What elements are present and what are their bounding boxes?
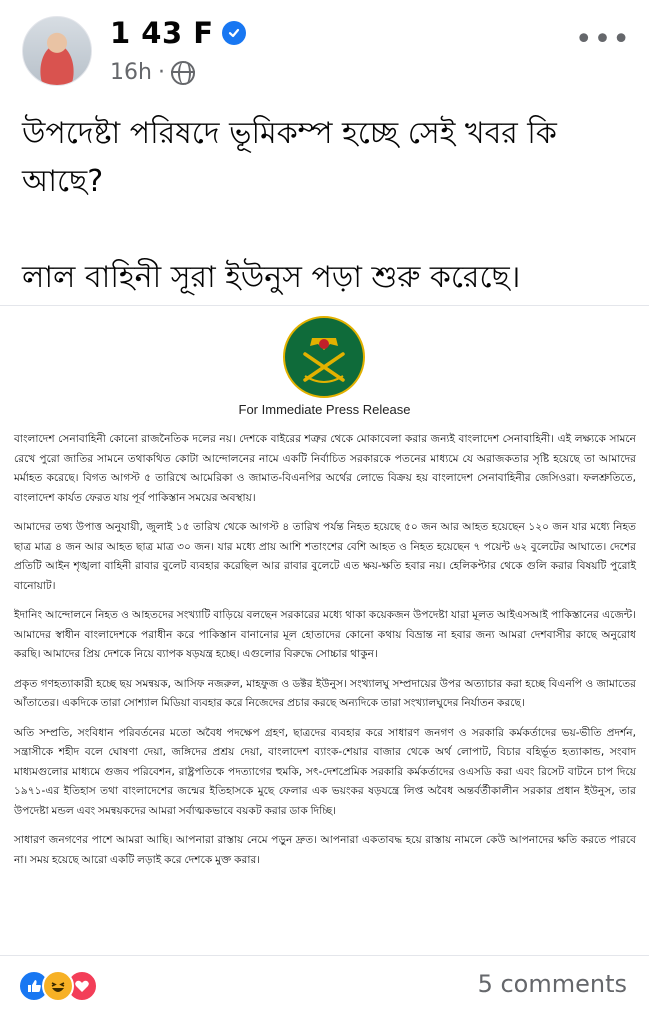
- haha-icon: [42, 970, 74, 1002]
- verified-badge-icon: [221, 21, 246, 45]
- post-time[interactable]: 16h: [110, 60, 152, 85]
- release-paragraph: সাধারণ জনগণের পাশে আমরা আছি। আপনারা রাস্…: [14, 834, 636, 866]
- post-text-line: লাল বাহিনী সূরা ইউনুস পড়া শুরু করেছে।: [22, 260, 521, 295]
- author-row: 1 43 F: [110, 16, 246, 50]
- release-paragraph: বাংলাদেশ সেনাবাহিনী কোনো রাজনৈতিক দলের ন…: [14, 433, 636, 504]
- release-paragraph: আমাদের তথ্য উপাত্ত অনুযায়ী, জুলাই ১৫ তা…: [14, 521, 636, 592]
- globe-icon: [170, 60, 195, 85]
- release-paragraph: প্রকৃত গণহত্যাকারী হচ্ছে ছয় সমন্বয়ক, আ…: [14, 677, 636, 710]
- release-paragraph: ইদানিং আন্দোলনে নিহত ও আহতদের সংখ্যাটি ব…: [14, 609, 636, 660]
- post-text: উপদেষ্টা পরিষদে ভূমিকম্প হচ্ছে সেই খবর ক…: [22, 110, 632, 302]
- post-footer: 5 comments: [0, 955, 649, 1024]
- more-options-button[interactable]: •••: [575, 22, 631, 57]
- post-header: 1 43 F 16h · •••: [0, 0, 649, 100]
- army-emblem-icon: [283, 316, 365, 398]
- release-title: For Immediate Press Release: [238, 402, 411, 417]
- avatar[interactable]: [22, 16, 92, 86]
- release-body: বাংলাদেশ সেনাবাহিনী কোনো রাজনৈতিক দলের ন…: [14, 430, 636, 880]
- reaction-summary[interactable]: [18, 970, 98, 1002]
- meta-separator: ·: [157, 60, 165, 85]
- post-text-line: উপদেষ্টা পরিষদে ভূমিকম্প হচ্ছে সেই খবর ক…: [22, 116, 557, 199]
- post-meta: 16h ·: [110, 60, 195, 85]
- comments-count-link[interactable]: 5 comments: [478, 970, 627, 998]
- author-name[interactable]: 1 43 F: [110, 16, 214, 50]
- press-release-image[interactable]: For Immediate Press Release বাংলাদেশ সেন…: [0, 305, 649, 945]
- release-paragraph: অতি সম্প্রতি, সংবিধান পরিবর্তনের মতো অবৈ…: [14, 726, 636, 817]
